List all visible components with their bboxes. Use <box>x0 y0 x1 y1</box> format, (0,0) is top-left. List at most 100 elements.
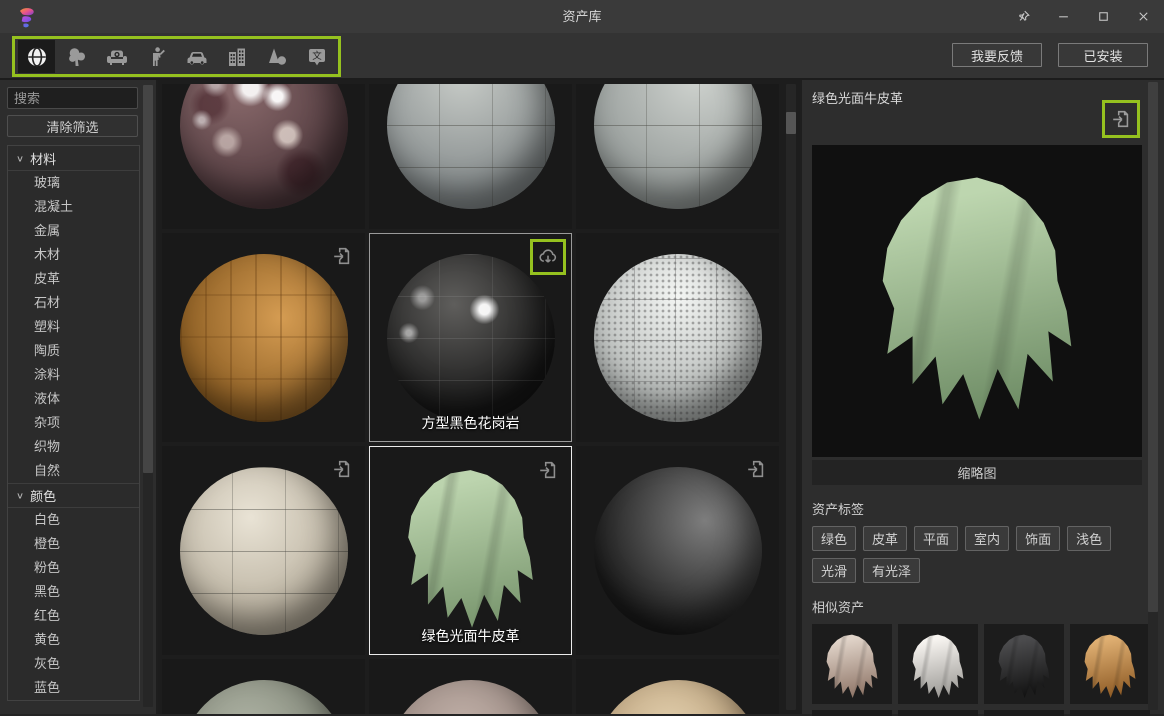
sidebar-item[interactable]: 陶质 <box>8 339 139 363</box>
sidebar-item[interactable]: 黄色 <box>8 628 139 652</box>
asset-tile-label: 绿色光面牛皮革 <box>370 626 571 646</box>
sidebar-item[interactable]: 黑色 <box>8 580 139 604</box>
sidebar-item[interactable]: 石材 <box>8 291 139 315</box>
close-button[interactable] <box>1132 6 1154 28</box>
tab-buildings[interactable] <box>218 40 255 73</box>
detail-scrollbar-thumb[interactable] <box>1148 82 1158 612</box>
sidebar-scrollbar-thumb[interactable] <box>143 85 153 473</box>
similar-asset-tile[interactable] <box>898 710 978 716</box>
import-asset-button[interactable] <box>741 454 771 484</box>
similar-asset-tile[interactable] <box>984 624 1064 704</box>
sidebar-item[interactable]: 液体 <box>8 387 139 411</box>
section-header[interactable]: ∨材料 <box>8 146 139 171</box>
asset-tile[interactable]: 绿色光面牛皮革 <box>369 446 572 655</box>
specular-highlight <box>180 84 348 209</box>
material-sphere <box>387 680 555 715</box>
sidebar-item[interactable]: 橙色 <box>8 532 139 556</box>
sidebar-item[interactable]: 塑料 <box>8 315 139 339</box>
grid-scrollbar[interactable] <box>786 84 796 710</box>
similar-asset-tile[interactable] <box>812 624 892 704</box>
window-controls <box>1012 0 1154 33</box>
import-icon <box>331 245 353 267</box>
sidebar-item[interactable]: 红色 <box>8 604 139 628</box>
search-input[interactable] <box>7 87 138 109</box>
material-sphere <box>594 84 762 209</box>
asset-tag[interactable]: 皮革 <box>863 526 907 551</box>
material-sphere <box>180 680 348 715</box>
tab-materials[interactable] <box>18 40 55 73</box>
grid-scrollbar-thumb[interactable] <box>786 112 796 134</box>
asset-tile[interactable] <box>369 659 572 714</box>
tab-shapes[interactable] <box>258 40 295 73</box>
tab-vehicles[interactable] <box>178 40 215 73</box>
asset-tile[interactable] <box>576 233 779 442</box>
similar-asset-tile[interactable] <box>1070 710 1150 716</box>
installed-button[interactable]: 已安装 <box>1058 43 1148 67</box>
material-sphere <box>180 467 348 635</box>
asset-tile[interactable] <box>162 84 365 229</box>
asset-tile[interactable] <box>576 659 779 714</box>
sidebar-item[interactable]: 涂料 <box>8 363 139 387</box>
window-title: 资产库 <box>0 0 1164 33</box>
sidebar-item[interactable]: 木材 <box>8 243 139 267</box>
asset-tile[interactable] <box>162 659 365 714</box>
import-icon <box>1110 108 1132 130</box>
asset-tile[interactable] <box>162 233 365 442</box>
asset-tag[interactable]: 饰面 <box>1016 526 1060 551</box>
import-asset-button[interactable] <box>327 241 357 271</box>
sidebar-item[interactable]: 自然 <box>8 459 139 483</box>
sidebar-item[interactable]: 皮革 <box>8 267 139 291</box>
thumbnail-tab[interactable]: 缩略图 <box>812 460 1142 485</box>
asset-tag[interactable]: 室内 <box>965 526 1009 551</box>
asset-tag[interactable]: 平面 <box>914 526 958 551</box>
asset-tile[interactable] <box>576 446 779 655</box>
maximize-button[interactable] <box>1092 6 1114 28</box>
clear-filter-button[interactable]: 清除筛选 <box>7 115 138 137</box>
asset-tag[interactable]: 绿色 <box>812 526 856 551</box>
pin-button[interactable] <box>1012 6 1034 28</box>
similar-asset-tile[interactable] <box>898 624 978 704</box>
asset-tile[interactable] <box>369 84 572 229</box>
similar-asset-tile[interactable] <box>1070 624 1150 704</box>
chevron-down-icon: ∨ <box>16 490 24 500</box>
feedback-button[interactable]: 我要反馈 <box>952 43 1042 67</box>
section-header-label: 材料 <box>30 149 56 168</box>
sidebar-item[interactable]: 白色 <box>8 508 139 532</box>
sofa-icon <box>105 45 129 69</box>
asset-tag[interactable]: 有光泽 <box>863 558 920 583</box>
asset-tag[interactable]: 浅色 <box>1067 526 1111 551</box>
tab-vegetation[interactable] <box>58 40 95 73</box>
similar-asset-tile[interactable] <box>812 710 892 716</box>
sidebar-item[interactable]: 混凝土 <box>8 195 139 219</box>
asset-tile[interactable] <box>162 446 365 655</box>
material-sphere <box>387 84 555 209</box>
detail-scrollbar[interactable] <box>1148 82 1158 710</box>
similar-asset-tile[interactable] <box>984 710 1064 716</box>
tab-characters[interactable] <box>138 40 175 73</box>
sidebar-item[interactable]: 织物 <box>8 435 139 459</box>
material-sphere-icon <box>25 45 49 69</box>
asset-tag[interactable]: 光滑 <box>812 558 856 583</box>
sidebar-item[interactable]: 蓝色 <box>8 676 139 700</box>
import-asset-button[interactable] <box>1102 100 1140 138</box>
import-asset-button[interactable] <box>533 455 563 485</box>
similar-assets-grid <box>812 624 1142 716</box>
minimize-button[interactable] <box>1052 6 1074 28</box>
sidebar-item[interactable]: 粉色 <box>8 556 139 580</box>
tab-furniture[interactable] <box>98 40 135 73</box>
minimize-icon <box>1056 9 1071 24</box>
sidebar-scrollbar[interactable] <box>143 85 153 707</box>
title-bar[interactable]: 资产库 <box>0 0 1164 33</box>
sidebar-item[interactable]: 金属 <box>8 219 139 243</box>
import-asset-button[interactable] <box>327 454 357 484</box>
asset-library-window: 资产库 我要反馈 已安装 清除筛选 ∨材料玻璃混凝土金属木材皮革石材塑料陶质涂料… <box>0 0 1164 716</box>
sidebar-item[interactable]: 杂项 <box>8 411 139 435</box>
download-asset-button[interactable] <box>530 239 566 275</box>
tab-decals[interactable] <box>298 40 335 73</box>
sidebar-item[interactable]: 灰色 <box>8 652 139 676</box>
asset-tile[interactable] <box>576 84 779 229</box>
section-header[interactable]: ∨颜色 <box>8 483 139 508</box>
sidebar-item[interactable]: 玻璃 <box>8 171 139 195</box>
asset-tile[interactable]: 方型黑色花岗岩 <box>369 233 572 442</box>
import-icon <box>331 458 353 480</box>
